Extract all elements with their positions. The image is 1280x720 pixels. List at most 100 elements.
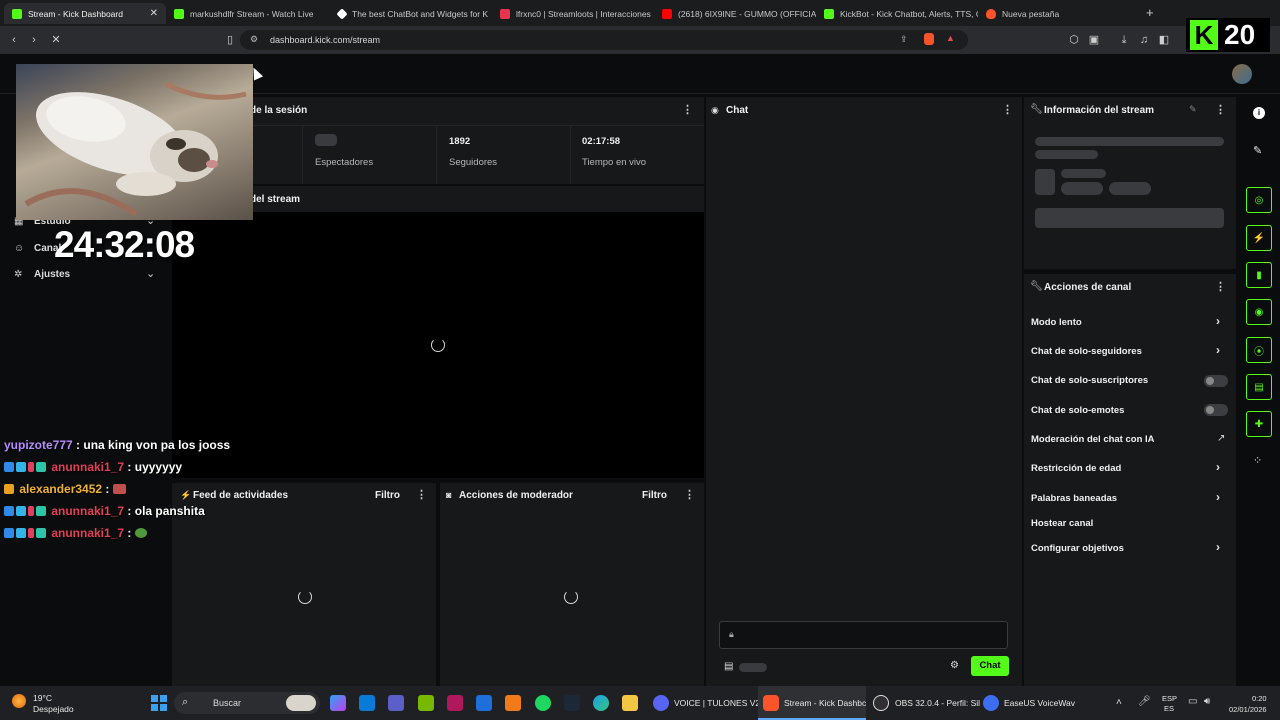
- more-options-icon[interactable]: ⋮: [682, 103, 693, 116]
- steam-icon[interactable]: [564, 695, 580, 711]
- rail-widget-button[interactable]: ◉: [1246, 299, 1272, 325]
- app-icon[interactable]: [476, 695, 492, 711]
- url-bar[interactable]: ⚙ dashboard.kick.com/stream ⇪ ▲: [240, 30, 968, 50]
- search-placeholder: Buscar: [213, 698, 242, 708]
- chevron-right-icon[interactable]: ›: [1216, 540, 1220, 554]
- windows-start-icon[interactable]: [151, 695, 167, 711]
- webcam-overlay-image: [16, 64, 253, 220]
- more-options-icon[interactable]: ⋮: [1215, 103, 1226, 116]
- rail-widget-button[interactable]: ▤: [1246, 374, 1272, 400]
- action-followers-only[interactable]: Chat de solo-seguidores: [1031, 346, 1142, 357]
- taskbar-app-label[interactable]: OBS 32.0.4 - Perfil: Sil: [895, 698, 980, 708]
- vegas-icon[interactable]: [447, 695, 463, 711]
- rail-widget-button[interactable]: ✚: [1246, 411, 1272, 437]
- external-link-icon[interactable]: ↗: [1217, 433, 1225, 444]
- app-icon[interactable]: [505, 695, 521, 711]
- music-icon[interactable]: ♫: [1136, 31, 1152, 49]
- language-indicator[interactable]: ESP: [1162, 694, 1177, 703]
- share-icon[interactable]: ⇪: [900, 34, 908, 45]
- back-icon[interactable]: ‹: [6, 31, 22, 49]
- action-slow-mode[interactable]: Modo lento: [1031, 317, 1082, 328]
- store-icon[interactable]: ▤: [724, 661, 733, 672]
- avatar[interactable]: [1232, 64, 1252, 84]
- stop-loading-icon[interactable]: ✕: [48, 31, 64, 49]
- chevron-right-icon[interactable]: ›: [1216, 343, 1220, 357]
- action-age-restriction[interactable]: Restricción de edad: [1031, 463, 1121, 474]
- store-icon[interactable]: [359, 695, 375, 711]
- action-ai-moderation[interactable]: Moderación del chat con IA: [1031, 434, 1155, 445]
- overlay-timer: 24:32:08: [54, 224, 195, 265]
- spotify-icon[interactable]: [535, 695, 551, 711]
- clock-time[interactable]: 0:20: [1252, 694, 1267, 703]
- weather-temp[interactable]: 19°C: [33, 693, 52, 703]
- more-options-icon[interactable]: ⋮: [416, 488, 427, 501]
- copilot-icon[interactable]: [330, 695, 346, 711]
- tab-title: (2618) 6IX9INE - GUMMO (OFFICIAL: [678, 8, 816, 19]
- info-icon[interactable]: i: [1253, 107, 1265, 119]
- wallet-icon[interactable]: ▣: [1086, 31, 1102, 49]
- more-options-icon[interactable]: ⋮: [684, 488, 695, 501]
- new-tab-button[interactable]: +: [1146, 5, 1154, 20]
- taskbar-app-label[interactable]: VOICE | TULONES V2: [674, 698, 760, 708]
- obs-icon[interactable]: [873, 695, 889, 711]
- rail-widget-button[interactable]: ▮: [1246, 262, 1272, 288]
- action-emotes-only[interactable]: Chat de solo-emotes: [1031, 405, 1124, 416]
- send-chat-button[interactable]: Chat: [971, 656, 1009, 676]
- action-banned-words[interactable]: Palabras baneadas: [1031, 493, 1117, 504]
- more-options-icon[interactable]: ⋮: [1002, 103, 1013, 116]
- nvidia-icon[interactable]: [418, 695, 434, 711]
- chat-input[interactable]: 🔒︎: [719, 621, 1008, 649]
- filter-button[interactable]: Filtro: [642, 490, 667, 501]
- chat-username: anunnaki1_7: [51, 504, 125, 518]
- rail-widget-button[interactable]: ◎: [1246, 187, 1272, 213]
- search-icon: ⌕: [182, 696, 189, 708]
- browser-tab[interactable]: (2618) 6IX9INE - GUMMO (OFFICIAL: [654, 3, 816, 24]
- brave-shields-icon[interactable]: [924, 33, 934, 45]
- stream-preview-panel: del stream: [172, 186, 704, 478]
- edit-pencil-icon[interactable]: ✎: [1189, 104, 1197, 115]
- microphone-icon[interactable]: 🎤︎: [1138, 696, 1151, 707]
- edit-layout-icon[interactable]: ✎: [1253, 144, 1262, 157]
- rail-widget-button[interactable]: ⦿: [1246, 337, 1272, 363]
- chevron-right-icon[interactable]: ›: [1216, 460, 1220, 474]
- rail-widget-button[interactable]: ⚡: [1246, 225, 1272, 251]
- browser-tab[interactable]: markushdlfr Stream - Watch Live: [166, 3, 328, 24]
- browser-tab[interactable]: Stream - Kick Dashboard ✕: [4, 3, 166, 24]
- subscribers-only-toggle[interactable]: [1204, 375, 1228, 387]
- action-subscribers-only[interactable]: Chat de solo-suscriptores: [1031, 375, 1148, 386]
- chevron-right-icon[interactable]: ›: [1216, 490, 1220, 504]
- activity-feed-title: Feed de actividades: [193, 490, 289, 501]
- browser-tab[interactable]: The best ChatBot and Widgets for K: [330, 3, 492, 24]
- action-host-channel[interactable]: Hostear canal: [1031, 518, 1093, 529]
- forward-icon[interactable]: ›: [26, 31, 42, 49]
- apps-icon[interactable]: ⁘: [1253, 454, 1262, 467]
- emote-icon: [112, 484, 126, 494]
- filter-button[interactable]: Filtro: [375, 490, 400, 501]
- extensions-icon[interactable]: ⬡: [1066, 31, 1082, 49]
- browser-tab[interactable]: lfrxnc0 | Streamloots | Interacciones: [492, 3, 654, 24]
- brave-rewards-icon[interactable]: ▲: [946, 33, 955, 43]
- emotes-only-toggle[interactable]: [1204, 404, 1228, 416]
- taskbar-app-label[interactable]: EaseUS VoiceWav: [1004, 698, 1075, 708]
- chat-settings-gear-icon[interactable]: ⚙: [950, 660, 959, 671]
- sidebar-toggle-icon[interactable]: ◧: [1156, 31, 1172, 49]
- close-tab-icon[interactable]: ✕: [150, 8, 158, 19]
- edge-icon[interactable]: [593, 695, 609, 711]
- chevron-right-icon[interactable]: ›: [1216, 314, 1220, 328]
- browser-tab[interactable]: Nueva pestaña: [978, 3, 1140, 24]
- bookmark-icon[interactable]: ▯: [222, 31, 238, 49]
- chevron-up-icon[interactable]: ˄: [1116, 697, 1122, 708]
- teams-icon[interactable]: [388, 695, 404, 711]
- easeus-icon[interactable]: [983, 695, 999, 711]
- brave-icon: [763, 695, 779, 711]
- discord-icon[interactable]: [653, 695, 669, 711]
- file-explorer-icon[interactable]: [622, 695, 638, 711]
- browser-tab[interactable]: KickBot - Kick Chatbot, Alerts, TTS, O: [816, 3, 978, 24]
- download-icon[interactable]: ⤓: [1116, 31, 1132, 49]
- more-options-icon[interactable]: ⋮: [1215, 280, 1226, 293]
- volume-icon[interactable]: 🔊︎: [1204, 696, 1210, 707]
- action-configure-goals[interactable]: Configurar objetivos: [1031, 543, 1124, 554]
- network-icon[interactable]: ▭: [1188, 696, 1197, 707]
- taskbar-search[interactable]: ⌕ Buscar: [174, 692, 320, 714]
- site-info-icon[interactable]: ⚙: [250, 34, 258, 45]
